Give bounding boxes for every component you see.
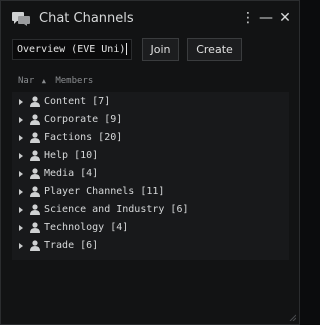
channel-group-row[interactable]: Corporate [9] xyxy=(12,111,289,129)
channel-group-row[interactable]: Trade [6] xyxy=(12,237,289,255)
expand-arrow-icon[interactable] xyxy=(19,117,23,123)
person-icon xyxy=(30,96,40,107)
window-title: Chat Channels xyxy=(39,11,134,26)
person-icon xyxy=(30,240,40,251)
expand-arrow-icon[interactable] xyxy=(19,207,23,213)
text-cursor xyxy=(126,43,128,55)
channel-group-label: Help [10] xyxy=(44,150,99,161)
expand-arrow-icon[interactable] xyxy=(19,225,23,231)
join-button[interactable]: Join xyxy=(142,38,179,61)
window-menu-icon[interactable]: ⋮ xyxy=(240,9,256,27)
expand-arrow-icon[interactable] xyxy=(19,99,23,105)
expand-arrow-icon[interactable] xyxy=(19,243,23,249)
minimize-button[interactable]: — xyxy=(258,9,274,27)
channel-group-label: Science and Industry [6] xyxy=(44,204,189,215)
column-header-members[interactable]: Members xyxy=(55,76,93,86)
close-button[interactable]: ✕ xyxy=(277,9,293,27)
chat-bubbles-icon xyxy=(12,12,30,26)
chat-channels-window: Chat Channels ⋮ — ✕ Overview (EVE Uni) J… xyxy=(0,0,300,325)
channel-group-label: Corporate [9] xyxy=(44,114,123,125)
person-icon xyxy=(30,114,40,125)
channel-search-input[interactable]: Overview (EVE Uni) xyxy=(12,39,132,60)
expand-arrow-icon[interactable] xyxy=(19,153,23,159)
expand-arrow-icon[interactable] xyxy=(19,171,23,177)
channel-group-label: Content [7] xyxy=(44,96,111,107)
channel-group-row[interactable]: Media [4] xyxy=(12,165,289,183)
channel-group-label: Player Channels [11] xyxy=(44,186,165,197)
channel-group-row[interactable]: Technology [4] xyxy=(12,219,289,237)
expand-arrow-icon[interactable] xyxy=(19,189,23,195)
sort-ascending-icon[interactable]: ▲ xyxy=(42,77,46,85)
channel-group-label: Media [4] xyxy=(44,168,99,179)
column-header-name[interactable]: Nar xyxy=(18,76,34,86)
person-icon xyxy=(30,132,40,143)
person-icon xyxy=(30,150,40,161)
channel-group-row[interactable]: Factions [20] xyxy=(12,129,289,147)
person-icon xyxy=(30,222,40,233)
person-icon xyxy=(30,168,40,179)
channel-group-row[interactable]: Content [7] xyxy=(12,93,289,111)
person-icon xyxy=(30,186,40,197)
channel-group-row[interactable]: Help [10] xyxy=(12,147,289,165)
title-bar[interactable]: Chat Channels ⋮ — ✕ xyxy=(1,1,299,35)
expand-arrow-icon[interactable] xyxy=(19,135,23,141)
resize-grip-icon[interactable] xyxy=(288,313,296,321)
person-icon xyxy=(30,204,40,215)
channel-group-label: Factions [20] xyxy=(44,132,123,143)
channel-list: Content [7] Corporate [9] Factions [20] … xyxy=(12,92,289,260)
channel-search-text: Overview (EVE Uni) xyxy=(17,44,126,55)
channel-group-label: Trade [6] xyxy=(44,240,99,251)
channel-group-row[interactable]: Science and Industry [6] xyxy=(12,201,289,219)
channel-group-row[interactable]: Player Channels [11] xyxy=(12,183,289,201)
column-header-row: Nar ▲ Members xyxy=(18,76,93,90)
channel-group-label: Technology [4] xyxy=(44,222,129,233)
create-button[interactable]: Create xyxy=(187,38,242,61)
